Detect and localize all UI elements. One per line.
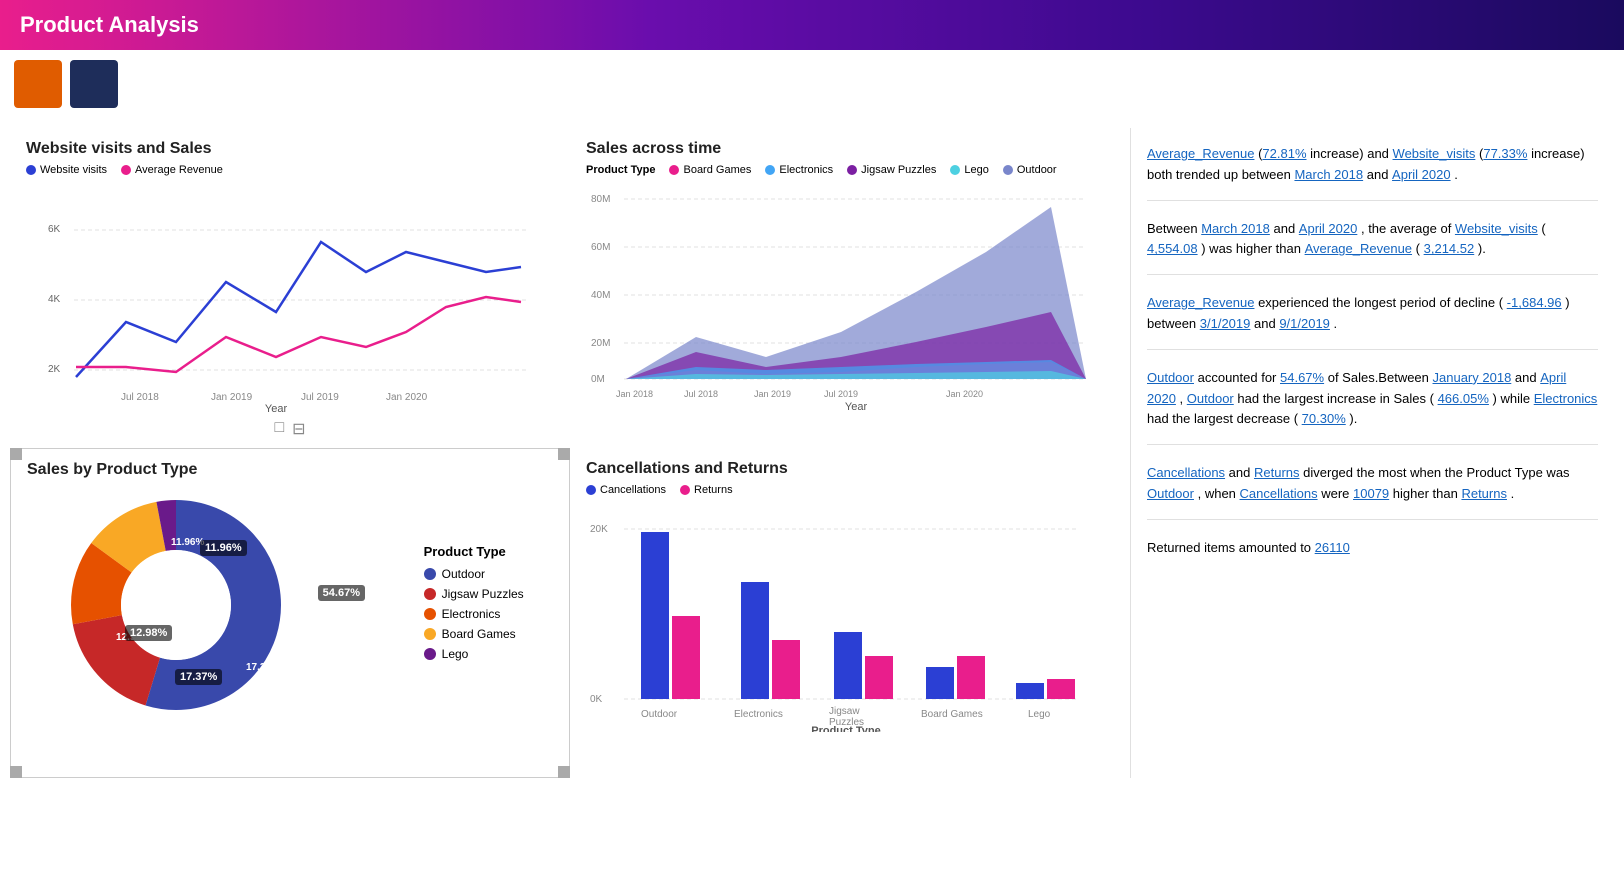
boardgames-pct: 11.96% — [200, 540, 247, 556]
svg-text:Jul 2018: Jul 2018 — [684, 389, 718, 399]
sales-time-title: Sales across time — [586, 140, 1114, 158]
website-visits-title: Website visits and Sales — [26, 140, 554, 158]
svg-text:0M: 0M — [591, 374, 605, 385]
resize-tl[interactable] — [10, 448, 22, 460]
svg-text:60M: 60M — [591, 242, 610, 253]
svg-text:20K: 20K — [590, 524, 608, 535]
outdoor-canc-bar — [641, 532, 669, 699]
jigsaw-pct: 17.37% — [175, 669, 222, 685]
svg-text:6K: 6K — [48, 224, 61, 235]
svg-text:80M: 80M — [591, 194, 610, 205]
cancellations-panel: Cancellations and Returns Cancellations … — [570, 448, 1130, 778]
donut-container: 54.67% 17.37% 12.98% 11.96% 54.67% 17.37… — [27, 485, 553, 725]
svg-text:Jigsaw: Jigsaw — [829, 706, 860, 717]
svg-text:Year: Year — [845, 401, 868, 412]
legend-avg-revenue: Average Revenue — [121, 164, 223, 176]
svg-text:2K: 2K — [48, 364, 61, 375]
boardgames-return-bar — [957, 656, 985, 699]
zoom-fit-icon[interactable]: ⊟ — [292, 419, 305, 439]
canc-dot — [586, 485, 596, 495]
svg-text:Jan 2019: Jan 2019 — [211, 392, 253, 403]
svg-text:Lego: Lego — [1028, 709, 1051, 720]
zoom-reset-icon[interactable]: □ — [274, 419, 284, 439]
cancellations-chart: 20K 0K Outdoor Electronics Jigsaw Puzz — [586, 502, 1096, 732]
insight-6: Returned items amounted to 26110 — [1147, 538, 1598, 573]
svg-text:Electronics: Electronics — [734, 709, 783, 720]
legend-website-visits: Website visits — [26, 164, 107, 176]
svg-text:Jul 2019: Jul 2019 — [824, 389, 858, 399]
logo-dark — [70, 60, 118, 108]
donut-labels: 54.67% 17.37% 12.98% 11.96% — [115, 485, 355, 725]
svg-text:Jan 2019: Jan 2019 — [754, 389, 791, 399]
lego-return-bar — [1047, 679, 1075, 699]
website-visits-panel: Website visits and Sales Website visits … — [10, 128, 570, 448]
svg-text:Jul 2018: Jul 2018 — [121, 392, 159, 403]
legend-label-revenue: Average Revenue — [135, 164, 223, 176]
sales-product-type-panel: Sales by Product Type 54.67 — [10, 448, 570, 778]
svg-text:20M: 20M — [591, 338, 610, 349]
cancellations-title: Cancellations and Returns — [586, 460, 1114, 478]
insight-2: Between March 2018 and April 2020 , the … — [1147, 219, 1598, 276]
svg-text:Year: Year — [265, 403, 288, 412]
product-type-legend-title: Product Type — [424, 544, 524, 559]
insight-1: Average_Revenue (72.81% increase) and We… — [1147, 144, 1598, 201]
elec-canc-bar — [741, 582, 769, 699]
legend-dot-visits — [26, 165, 36, 175]
svg-text:Jul 2019: Jul 2019 — [301, 392, 339, 403]
resize-bl[interactable] — [10, 766, 22, 778]
legend-label-visits: Website visits — [40, 164, 107, 176]
canc-label: Cancellations — [600, 484, 666, 496]
svg-text:Jan 2020: Jan 2020 — [946, 389, 983, 399]
cancellations-legend: Cancellations Returns — [586, 484, 1114, 496]
insights-panel: Average_Revenue (72.81% increase) and We… — [1130, 128, 1614, 778]
resize-tr[interactable] — [558, 448, 570, 460]
legend-dot-revenue — [121, 165, 131, 175]
jigsaw-return-bar — [865, 656, 893, 699]
header: Product Analysis — [0, 0, 1624, 50]
returns-label: Returns — [694, 484, 733, 496]
svg-text:Board Games: Board Games — [921, 709, 983, 720]
svg-text:Product Type: Product Type — [811, 725, 880, 732]
insight-link-avg-revenue-1[interactable]: Average_Revenue — [1147, 146, 1254, 161]
website-visits-legend: Website visits Average Revenue — [26, 164, 554, 176]
sales-product-title: Sales by Product Type — [27, 461, 553, 479]
svg-text:0K: 0K — [590, 694, 603, 705]
product-legend: Product Type Outdoor Jigsaw Puzzles Elec… — [424, 544, 524, 667]
header-title: Product Analysis — [20, 12, 199, 38]
svg-text:Jan 2020: Jan 2020 — [386, 392, 428, 403]
boardgames-canc-bar — [926, 667, 954, 699]
insight-5: Cancellations and Returns diverged the m… — [1147, 463, 1598, 520]
insight-4: Outdoor accounted for 54.67% of Sales.Be… — [1147, 368, 1598, 445]
jigsaw-canc-bar — [834, 632, 862, 699]
sales-time-legend: Product Type Board Games Electronics Jig… — [586, 164, 1114, 176]
svg-text:4K: 4K — [48, 294, 61, 305]
lego-canc-bar — [1016, 683, 1044, 699]
elec-pct: 12.98% — [125, 625, 172, 641]
insight-3: Average_Revenue experienced the longest … — [1147, 293, 1598, 350]
outdoor-pct: 54.67% — [318, 585, 365, 601]
resize-br[interactable] — [558, 766, 570, 778]
elec-return-bar — [772, 640, 800, 699]
outdoor-return-bar — [672, 616, 700, 699]
svg-text:Jan 2018: Jan 2018 — [616, 389, 653, 399]
sales-time-chart: 80M 60M 40M 20M 0M Jan 2018 Jul 2018 Ja — [586, 182, 1096, 412]
logo-orange — [14, 60, 62, 108]
svg-text:40M: 40M — [591, 290, 610, 301]
product-type-label: Product Type — [586, 164, 655, 176]
website-visits-chart: 6K 4K 2K Jul 2018 Jan 2019 Jul 2019 Jan … — [26, 182, 536, 412]
svg-text:Outdoor: Outdoor — [641, 709, 678, 720]
sales-time-panel: Sales across time Product Type Board Gam… — [570, 128, 1130, 448]
returns-dot — [680, 485, 690, 495]
